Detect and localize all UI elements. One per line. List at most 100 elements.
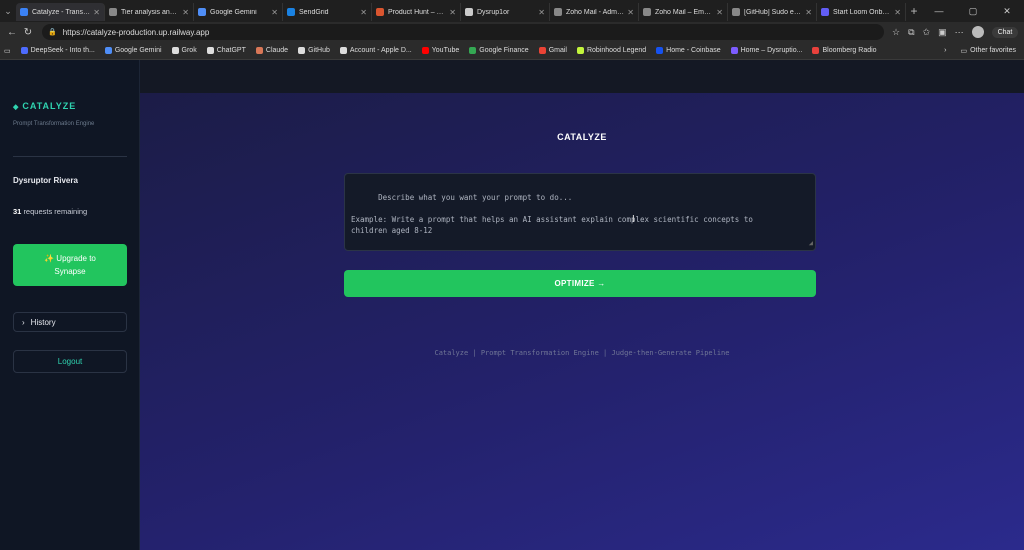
user-name: Dysruptor Rivera [13, 176, 78, 185]
bookmark-item[interactable]: Account - Apple D... [339, 47, 412, 54]
bookmark-label: Account - Apple D... [349, 47, 412, 54]
browser-tab[interactable]: Catalyze - Transform✕ [16, 3, 105, 21]
bookmark-favicon-icon [255, 47, 263, 54]
tab-title: Tier analysis and rec [121, 8, 180, 16]
tab-title: Google Gemini [210, 8, 257, 16]
reload-icon[interactable]: ↻ [20, 27, 36, 38]
close-tab-icon[interactable]: ✕ [360, 8, 367, 17]
bookmark-favicon-icon [538, 47, 546, 54]
main-header-strip [140, 60, 1024, 93]
bookmarks-sidebar-icon[interactable]: ▭ [4, 47, 11, 55]
divider [13, 156, 127, 157]
other-favorites[interactable]: › ▭ Other favorites [944, 47, 1024, 55]
resize-handle-icon[interactable]: ◢ [809, 238, 813, 249]
bookmark-item[interactable]: Grok [171, 47, 197, 54]
bookmark-item[interactable]: Bloomberg Radio [812, 47, 877, 54]
close-tab-icon[interactable]: ✕ [271, 8, 278, 17]
tab-actions-button[interactable]: ⌄ [0, 0, 16, 22]
more-icon[interactable]: ⋯ [955, 27, 964, 38]
bookmark-item[interactable]: Google Gemini [104, 47, 162, 54]
history-toggle[interactable]: › History [13, 312, 127, 332]
close-window-button[interactable]: ✕ [990, 6, 1024, 17]
bookmark-item[interactable]: Home – Dysruptio... [730, 47, 802, 54]
copilot-chat-button[interactable]: Chat [991, 26, 1019, 38]
page-title: CATALYZE [557, 132, 607, 142]
upgrade-button[interactable]: ✨ Upgrade to Synapse [13, 244, 127, 286]
folder-icon: ▭ [960, 47, 968, 55]
profile-avatar[interactable] [971, 26, 984, 38]
main-panel: CATALYZE Describe what you want your pro… [140, 60, 1024, 550]
address-bar-row: ← ↻ 🔒 https://catalyze-production.up.rai… [0, 22, 1024, 42]
requests-remaining: 31 requests remaining [13, 207, 87, 216]
browser-tab[interactable]: Zoho Mail - Admin C ✕ [550, 3, 639, 21]
browser-tab[interactable]: Zoho Mail – Email Se✕ [639, 3, 728, 21]
collections-icon[interactable]: ▣ [938, 27, 947, 38]
minimize-button[interactable]: — [922, 6, 956, 17]
favorites-icon[interactable]: ✩ [923, 27, 931, 38]
sidebar: ◆ CATALYZE Prompt Transformation Engine D… [0, 60, 140, 550]
close-tab-icon[interactable]: ✕ [805, 8, 812, 17]
tab-title: Dysrup1or [477, 8, 510, 16]
bookmark-item[interactable]: Google Finance [469, 47, 529, 54]
bookmark-favicon-icon [576, 47, 584, 54]
tab-title: [GitHub] Sudo email [744, 8, 803, 16]
tab-favicon-icon [287, 8, 295, 16]
tab-favicon-icon [376, 8, 384, 16]
close-tab-icon[interactable]: ✕ [93, 8, 100, 17]
requests-text: requests remaining [23, 207, 88, 216]
logout-button[interactable]: Logout [13, 350, 127, 373]
prompt-input[interactable]: Describe what you want your prompt to do… [344, 173, 816, 251]
bookmark-label: Claude [265, 47, 289, 54]
prompt-placeholder: Describe what you want your prompt to do… [351, 193, 753, 235]
bookmark-item[interactable]: Claude [255, 47, 289, 54]
lock-icon: 🔒 [48, 29, 57, 36]
close-tab-icon[interactable]: ✕ [182, 8, 189, 17]
close-tab-icon[interactable]: ✕ [894, 8, 901, 17]
close-tab-icon[interactable]: ✕ [627, 8, 634, 17]
footer-text: Catalyze | Prompt Transformation Engine … [434, 349, 730, 357]
bookmark-item[interactable]: Robinhood Legend [576, 47, 646, 54]
browser-tab[interactable]: [GitHub] Sudo email ✕ [728, 3, 817, 21]
tab-favicon-icon [554, 8, 562, 16]
favorite-star-icon[interactable]: ☆ [892, 27, 900, 38]
bookmark-favicon-icon [730, 47, 738, 54]
browser-tab[interactable]: Google Gemini ✕ [194, 3, 283, 21]
bookmark-favicon-icon [104, 47, 112, 54]
browser-tab[interactable]: Product Hunt – The b✕ [372, 3, 461, 21]
bookmark-label: Bloomberg Radio [822, 47, 877, 54]
url-field[interactable]: 🔒 https://catalyze-production.up.railway… [42, 24, 884, 40]
bookmark-favicon-icon [339, 47, 347, 54]
new-tab-button[interactable]: + [906, 4, 922, 18]
brand-logo: ◆ CATALYZE [13, 101, 76, 111]
back-icon[interactable]: ← [4, 27, 20, 38]
browser-tab[interactable]: Dysrup1or ✕ [461, 3, 550, 21]
maximize-button[interactable]: ▢ [956, 6, 990, 17]
close-tab-icon[interactable]: ✕ [449, 8, 456, 17]
close-tab-icon[interactable]: ✕ [538, 8, 545, 17]
browser-tab[interactable]: Start Loom Onboardi✕ [817, 3, 906, 21]
bookmark-item[interactable]: Gmail [538, 47, 567, 54]
tab-favicon-icon [198, 8, 206, 16]
bookmark-label: YouTube [431, 47, 460, 54]
bookmark-favicon-icon [171, 47, 179, 54]
bookmark-item[interactable]: ChatGPT [206, 47, 246, 54]
bookmark-item[interactable]: Home - Coinbase [656, 47, 721, 54]
bookmark-item[interactable]: YouTube [421, 47, 460, 54]
chevron-right-icon[interactable]: › [944, 47, 946, 54]
extensions-icon[interactable]: ⧉ [908, 27, 914, 38]
bookmark-favicon-icon [421, 47, 429, 54]
bookmark-label: DeepSeek - Into th... [30, 47, 95, 54]
bookmark-item[interactable]: DeepSeek - Into th... [20, 47, 95, 54]
bookmark-favicon-icon [812, 47, 820, 54]
bookmark-label: Google Gemini [114, 47, 162, 54]
tab-title: Zoho Mail – Email Se [655, 8, 713, 16]
browser-tab[interactable]: Tier analysis and rec ✕ [105, 3, 194, 21]
brand-name: CATALYZE [22, 101, 77, 111]
bookmark-label: GitHub [308, 47, 330, 54]
tab-favicon-icon [109, 8, 117, 16]
bookmark-item[interactable]: GitHub [298, 47, 330, 54]
browser-tab[interactable]: SendGrid ✕ [283, 3, 372, 21]
bookmark-favicon-icon [656, 47, 664, 54]
optimize-button[interactable]: OPTIMIZE → [344, 270, 816, 297]
close-tab-icon[interactable]: ✕ [716, 8, 723, 17]
